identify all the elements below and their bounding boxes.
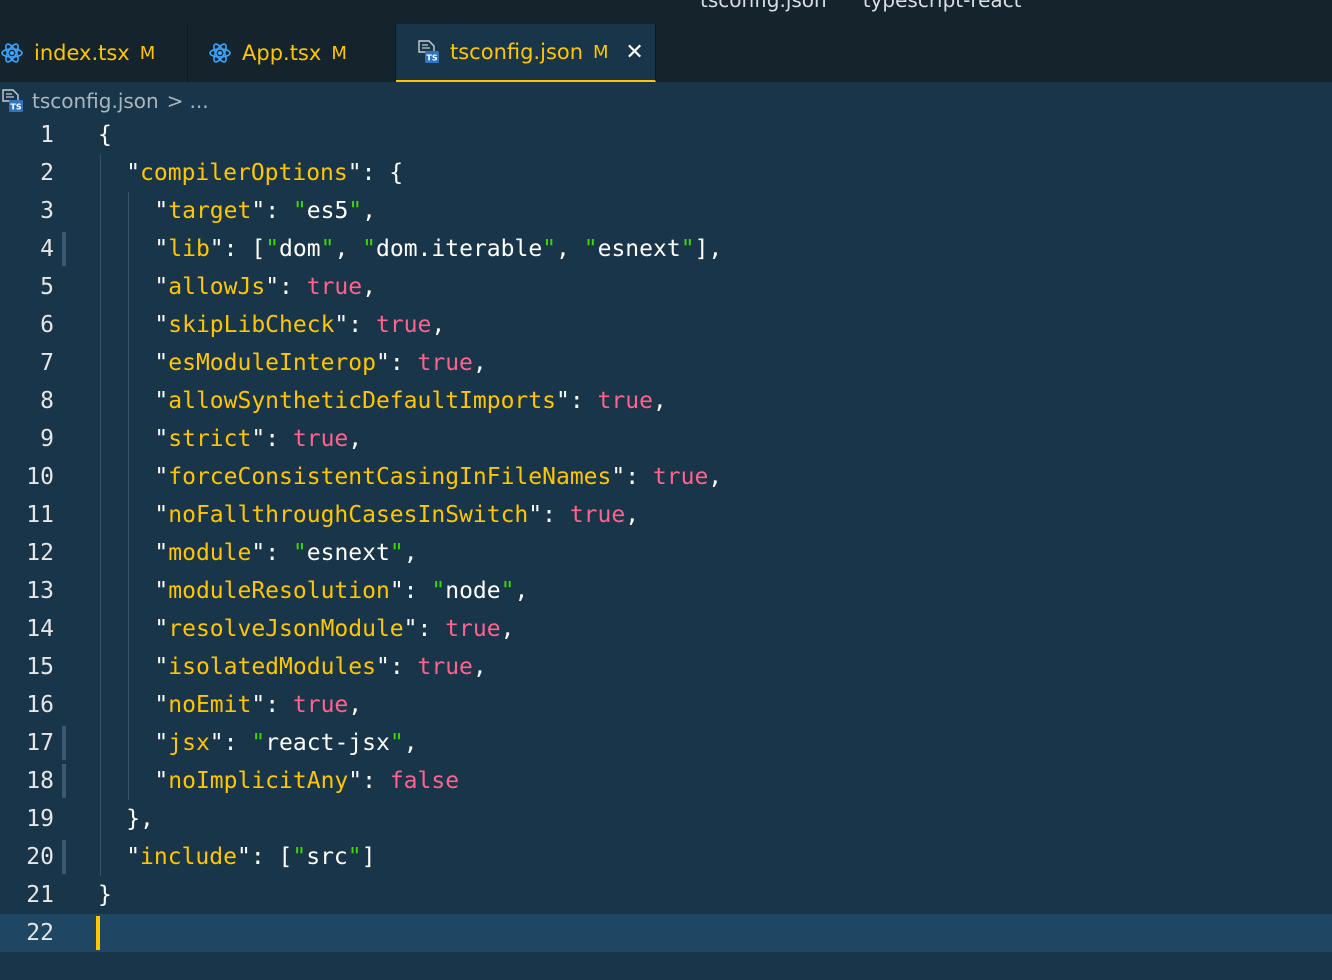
indent-guide	[100, 154, 101, 876]
code-text: }	[98, 882, 112, 908]
line-number: 7	[40, 350, 54, 376]
code-text: "lib": ["dom", "dom.iterable", "esnext"]…	[154, 236, 723, 262]
tab-app-tsx[interactable]: App.tsx M	[188, 24, 396, 82]
indent-guide	[128, 192, 130, 800]
code-text: "isolatedModules": true,	[154, 654, 487, 680]
code-line[interactable]: 7 "esModuleInterop": true,	[0, 344, 1332, 382]
code-text: "noImplicitAny": false	[154, 768, 460, 794]
modified-line-indicator	[62, 840, 66, 874]
code-text: "esModuleInterop": true,	[154, 350, 487, 376]
code-text: "resolveJsonModule": true,	[154, 616, 515, 642]
breadcrumb: TS tsconfig.json > ...	[0, 84, 1332, 118]
code-text: "noEmit": true,	[154, 692, 363, 718]
code-line[interactable]: 14 "resolveJsonModule": true,	[0, 610, 1332, 648]
tab-tsconfig-json[interactable]: TS tsconfig.json M ✕	[396, 24, 656, 82]
line-number: 22	[26, 920, 54, 946]
code-line[interactable]: 21}	[0, 876, 1332, 914]
code-text: "target": "es5",	[154, 198, 377, 224]
code-text: "strict": true,	[154, 426, 363, 452]
tab-label: tsconfig.json	[450, 40, 584, 64]
code-line[interactable]: 3 "target": "es5",	[0, 192, 1332, 230]
window-title-file: tsconfig.json	[700, 0, 827, 12]
code-text: "module": "esnext",	[154, 540, 418, 566]
code-line[interactable]: 6 "skipLibCheck": true,	[0, 306, 1332, 344]
line-number: 14	[26, 616, 54, 642]
window-title-bar: tsconfig.json typescript-react	[0, 0, 1332, 24]
code-line[interactable]: 18 "noImplicitAny": false	[0, 762, 1332, 800]
line-number: 17	[26, 730, 54, 756]
window-title: tsconfig.json typescript-react	[700, 0, 1022, 12]
line-number: 11	[26, 502, 54, 528]
code-editor[interactable]: 1{2 "compilerOptions": {3 "target": "es5",…	[0, 116, 1332, 980]
svg-text:TS: TS	[426, 54, 437, 63]
react-icon	[208, 41, 232, 65]
breadcrumb-file-label: tsconfig.json	[32, 89, 159, 113]
chevron-right-icon: >	[166, 89, 184, 113]
code-text: {	[98, 122, 112, 148]
typescript-config-icon: TS	[0, 89, 24, 113]
modified-badge: M	[331, 42, 347, 64]
code-text: "allowJs": true,	[154, 274, 376, 300]
modified-line-indicator	[62, 726, 66, 760]
code-line[interactable]: 12 "module": "esnext",	[0, 534, 1332, 572]
line-number: 13	[26, 578, 54, 604]
svg-text:TS: TS	[10, 103, 21, 112]
tab-index-tsx[interactable]: index.tsx M	[0, 24, 188, 82]
window-title-project: typescript-react	[862, 0, 1022, 12]
code-line[interactable]: 2 "compilerOptions": {	[0, 154, 1332, 192]
line-number: 21	[26, 882, 54, 908]
code-line[interactable]: 9 "strict": true,	[0, 420, 1332, 458]
line-number: 16	[26, 692, 54, 718]
code-line[interactable]: 19},	[0, 800, 1332, 838]
tab-label: index.tsx	[34, 41, 130, 65]
line-number: 3	[40, 198, 54, 224]
code-text: "forceConsistentCasingInFileNames": true…	[154, 464, 723, 490]
code-text: "skipLibCheck": true,	[154, 312, 446, 338]
close-icon[interactable]: ✕	[623, 39, 647, 65]
code-line[interactable]: 1{	[0, 116, 1332, 154]
modified-badge: M	[593, 41, 609, 63]
tab-label: App.tsx	[242, 41, 322, 65]
breadcrumb-more[interactable]: ...	[189, 89, 208, 113]
line-number: 20	[26, 844, 54, 870]
line-number: 8	[40, 388, 54, 414]
code-text: "moduleResolution": "node",	[154, 578, 529, 604]
code-text: },	[126, 806, 154, 832]
code-line[interactable]: 17 "jsx": "react-jsx",	[0, 724, 1332, 762]
line-number: 15	[26, 654, 54, 680]
code-line[interactable]: 16 "noEmit": true,	[0, 686, 1332, 724]
code-line[interactable]: 8 "allowSyntheticDefaultImports": true,	[0, 382, 1332, 420]
code-text: "noFallthroughCasesInSwitch": true,	[154, 502, 640, 528]
line-number: 19	[26, 806, 54, 832]
code-line[interactable]: 5 "allowJs": true,	[0, 268, 1332, 306]
line-number: 5	[40, 274, 54, 300]
code-line[interactable]: 4 "lib": ["dom", "dom.iterable", "esnext"…	[0, 230, 1332, 268]
line-number: 10	[26, 464, 54, 490]
editor-tab-bar: index.tsx M App.tsx M TS tsconfig.json M…	[0, 24, 1332, 82]
line-number: 2	[40, 160, 54, 186]
code-line[interactable]: 10 "forceConsistentCasingInFileNames": tr…	[0, 458, 1332, 496]
code-line[interactable]: 13 "moduleResolution": "node",	[0, 572, 1332, 610]
code-line[interactable]: 11 "noFallthroughCasesInSwitch": true,	[0, 496, 1332, 534]
code-text: "jsx": "react-jsx",	[154, 730, 418, 756]
text-cursor	[96, 916, 100, 950]
line-number: 18	[26, 768, 54, 794]
line-number: 1	[40, 122, 54, 148]
modified-line-indicator	[62, 764, 66, 798]
react-icon	[0, 41, 24, 65]
code-text: "allowSyntheticDefaultImports": true,	[154, 388, 667, 414]
line-number: 4	[40, 236, 54, 262]
breadcrumb-file[interactable]: TS tsconfig.json	[0, 89, 159, 113]
code-text: "compilerOptions": {	[126, 160, 404, 186]
typescript-config-icon: TS	[416, 40, 440, 64]
line-number: 9	[40, 426, 54, 452]
line-number: 6	[40, 312, 54, 338]
code-line[interactable]: 22	[0, 914, 1332, 952]
modified-line-indicator	[62, 232, 66, 266]
modified-badge: M	[139, 42, 156, 64]
line-number: 12	[26, 540, 54, 566]
code-line[interactable]: 15 "isolatedModules": true,	[0, 648, 1332, 686]
code-text: "include": ["src"]	[126, 844, 376, 870]
code-line[interactable]: 20 "include": ["src"]	[0, 838, 1332, 876]
